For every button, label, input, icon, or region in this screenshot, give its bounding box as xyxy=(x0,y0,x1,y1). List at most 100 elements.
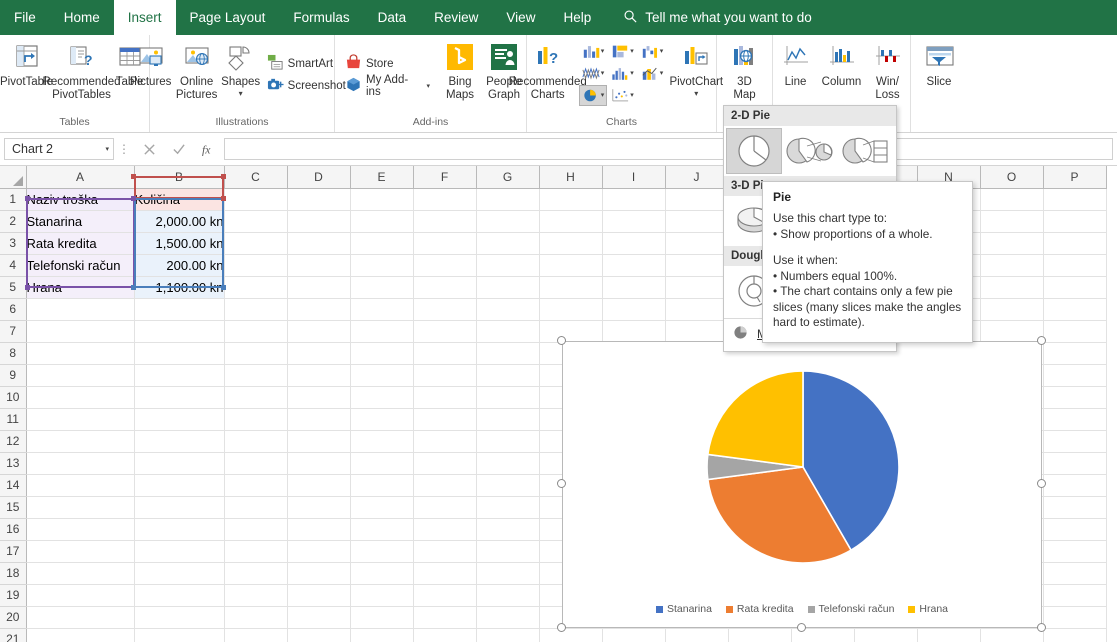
row-header-7[interactable]: 7 xyxy=(0,320,27,343)
cell-G5[interactable] xyxy=(476,276,540,299)
cell-A7[interactable] xyxy=(26,320,135,343)
cell-H1[interactable] xyxy=(539,188,603,211)
cell-I5[interactable] xyxy=(602,276,666,299)
cell-I2[interactable] xyxy=(602,210,666,233)
cancel-entry-button[interactable] xyxy=(134,138,164,160)
column-header-E[interactable]: E xyxy=(350,166,414,189)
cell-C18[interactable] xyxy=(224,562,288,585)
cell-F13[interactable] xyxy=(413,452,477,475)
cell-G12[interactable] xyxy=(476,430,540,453)
legend-item[interactable]: Stanarina xyxy=(655,603,712,615)
cell-C10[interactable] xyxy=(224,386,288,409)
cell-E4[interactable] xyxy=(350,254,414,277)
cell-N21[interactable] xyxy=(917,628,981,642)
cell-K21[interactable] xyxy=(728,628,792,642)
cell-C9[interactable] xyxy=(224,364,288,387)
column-header-O[interactable]: O xyxy=(980,166,1044,189)
selection-handle[interactable] xyxy=(25,196,30,201)
cell-P8[interactable] xyxy=(1043,342,1107,365)
cell-C7[interactable] xyxy=(224,320,288,343)
row-header-3[interactable]: 3 xyxy=(0,232,27,255)
insert-function-button[interactable]: fx xyxy=(194,138,224,160)
cell-C5[interactable] xyxy=(224,276,288,299)
cell-E17[interactable] xyxy=(350,540,414,563)
ribbon-tab-home[interactable]: Home xyxy=(50,0,114,35)
online-pictures-button[interactable]: Online Pictures xyxy=(175,38,219,101)
cell-B11[interactable] xyxy=(134,408,225,431)
cell-G8[interactable] xyxy=(476,342,540,365)
cell-D6[interactable] xyxy=(287,298,351,321)
cell-D21[interactable] xyxy=(287,628,351,642)
cell-J2[interactable] xyxy=(665,210,729,233)
cell-D11[interactable] xyxy=(287,408,351,431)
cell-H3[interactable] xyxy=(539,232,603,255)
row-header-4[interactable]: 4 xyxy=(0,254,27,277)
cell-D5[interactable] xyxy=(287,276,351,299)
cell-G19[interactable] xyxy=(476,584,540,607)
cell-P9[interactable] xyxy=(1043,364,1107,387)
column-header-P[interactable]: P xyxy=(1043,166,1107,189)
cell-E1[interactable] xyxy=(350,188,414,211)
cell-E16[interactable] xyxy=(350,518,414,541)
cell-D12[interactable] xyxy=(287,430,351,453)
cell-B14[interactable] xyxy=(134,474,225,497)
formula-bar-expand-dots[interactable]: ⋮ xyxy=(114,142,134,156)
cell-A14[interactable] xyxy=(26,474,135,497)
cell-I6[interactable] xyxy=(602,298,666,321)
cell-D8[interactable] xyxy=(287,342,351,365)
ribbon-tab-data[interactable]: Data xyxy=(364,0,421,35)
row-header-15[interactable]: 15 xyxy=(0,496,27,519)
slicer-button[interactable]: Slice xyxy=(917,38,961,89)
column-header-B[interactable]: B xyxy=(134,166,225,189)
cell-P17[interactable] xyxy=(1043,540,1107,563)
cell-C15[interactable] xyxy=(224,496,288,519)
cell-J21[interactable] xyxy=(665,628,729,642)
row-header-21[interactable]: 21 xyxy=(0,628,27,642)
cell-D15[interactable] xyxy=(287,496,351,519)
cell-C13[interactable] xyxy=(224,452,288,475)
cell-G14[interactable] xyxy=(476,474,540,497)
cell-E2[interactable] xyxy=(350,210,414,233)
cell-G3[interactable] xyxy=(476,232,540,255)
column-header-I[interactable]: I xyxy=(602,166,666,189)
row-header-9[interactable]: 9 xyxy=(0,364,27,387)
chart-resize-handle-ne[interactable] xyxy=(1037,336,1046,345)
ribbon-tab-formulas[interactable]: Formulas xyxy=(279,0,363,35)
cell-B19[interactable] xyxy=(134,584,225,607)
cell-P15[interactable] xyxy=(1043,496,1107,519)
cell-A19[interactable] xyxy=(26,584,135,607)
row-header-5[interactable]: 5 xyxy=(0,276,27,299)
row-header-1[interactable]: 1 xyxy=(0,188,27,211)
pivotchart-button[interactable]: PivotChart ▾ xyxy=(668,38,724,98)
cell-I7[interactable] xyxy=(602,320,666,343)
cell-G1[interactable] xyxy=(476,188,540,211)
cell-A3[interactable]: Rata kredita xyxy=(26,232,135,255)
chevron-down-icon[interactable]: ▾ xyxy=(660,48,664,55)
chevron-down-icon[interactable]: ▾ xyxy=(694,89,698,98)
cell-O1[interactable] xyxy=(980,188,1044,211)
cell-A8[interactable] xyxy=(26,342,135,365)
cell-G2[interactable] xyxy=(476,210,540,233)
chevron-down-icon[interactable]: ▾ xyxy=(105,146,109,153)
cell-A20[interactable] xyxy=(26,606,135,629)
cell-E11[interactable] xyxy=(350,408,414,431)
cell-F10[interactable] xyxy=(413,386,477,409)
cell-F18[interactable] xyxy=(413,562,477,585)
cell-O4[interactable] xyxy=(980,254,1044,277)
cell-B4[interactable]: 200.00 kn xyxy=(134,254,225,277)
cell-B15[interactable] xyxy=(134,496,225,519)
bar-chart-button[interactable]: ▾ xyxy=(608,41,637,62)
cell-O3[interactable] xyxy=(980,232,1044,255)
selection-handle[interactable] xyxy=(131,285,136,290)
cell-E9[interactable] xyxy=(350,364,414,387)
cell-G4[interactable] xyxy=(476,254,540,277)
cell-B3[interactable]: 1,500.00 kn xyxy=(134,232,225,255)
cell-A9[interactable] xyxy=(26,364,135,387)
cell-C16[interactable] xyxy=(224,518,288,541)
sparkline-line-button[interactable]: Line xyxy=(774,38,818,89)
cell-H5[interactable] xyxy=(539,276,603,299)
cell-C3[interactable] xyxy=(224,232,288,255)
cell-A4[interactable]: Telefonski račun xyxy=(26,254,135,277)
cell-P20[interactable] xyxy=(1043,606,1107,629)
cell-C4[interactable] xyxy=(224,254,288,277)
